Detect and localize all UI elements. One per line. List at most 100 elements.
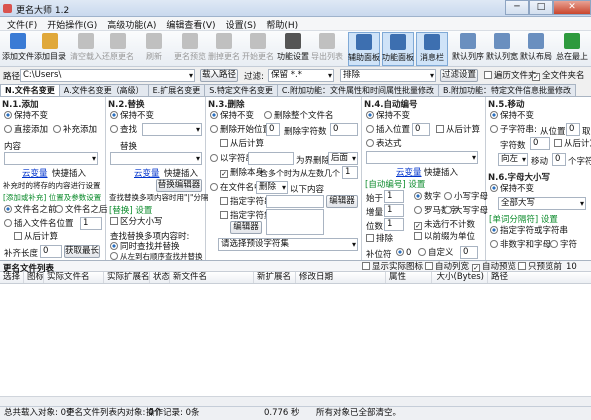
column-header[interactable]: 路径 [488,272,591,283]
charset-editor-button[interactable]: 编辑器 [230,221,262,234]
column-header[interactable]: 大小(Bytes) [432,272,488,283]
add-folder-button[interactable]: 添加目录 [34,32,66,66]
expression-radio[interactable]: 表达式 [366,139,402,149]
spec-char-radio[interactable]: 指定字符或字符串 [490,226,568,236]
after-name-radio[interactable]: 文件名之后 [55,205,108,215]
menu-start[interactable]: 开始操作(G) [42,17,102,31]
close-button[interactable]: ✕ [553,0,591,15]
tab-file-info[interactable]: B.附加功能：特定文件信息批量修改 [437,84,577,96]
refresh-button[interactable]: 刷新 [138,32,170,66]
menu-file[interactable]: 文件(F) [2,17,42,31]
specified-string-input[interactable] [266,195,324,208]
occurrence-input[interactable]: 1 [342,166,358,179]
tab-specific-filename[interactable]: S.特定文件名变更 [204,84,278,96]
content-input[interactable] [4,152,98,165]
quick-insert[interactable]: 快捷插入 [424,166,458,178]
tab-filename-change[interactable]: N.文件名变更 [0,84,60,96]
auto-preview-checkbox[interactable]: ✓ 自动预览 [472,262,516,272]
case-select[interactable]: 全部大写 [498,197,586,210]
column-header[interactable]: 新扩展名 [254,272,296,283]
file-list[interactable] [0,284,591,396]
default-layout-button[interactable]: 默认布局 [520,32,552,66]
auto-width-checkbox[interactable]: 自动列宽 [425,262,469,272]
bound-string-input[interactable] [248,152,294,165]
filter-exclude-input[interactable]: 排除 [340,69,436,82]
insert-position-radio[interactable]: 插入文件名位置 [4,219,74,229]
load-path-button[interactable]: 载入路径 [200,69,238,82]
skip-unselected-checkbox[interactable]: ✓ 未选行不计数 [414,220,475,230]
quick-insert[interactable]: 快捷插入 [52,167,86,179]
custom-fill-radio[interactable]: 自定义 [418,248,454,258]
column-header[interactable]: 状态 [150,272,170,283]
preset-charset-select[interactable]: 请选择预设字符集 [218,238,358,251]
cloud-variable-link[interactable]: 云变量 [396,166,422,178]
insert-position-input[interactable]: 1 [80,217,102,230]
keep-radio[interactable]: 保持不变 [210,111,254,121]
minimize-button[interactable]: ─ [505,0,529,15]
delete-mode-select[interactable]: 删除 [256,181,288,194]
column-header[interactable]: 属性 [386,272,432,283]
column-header[interactable]: 选择 [0,272,24,283]
column-header[interactable]: 图标 [24,272,44,283]
preview-count[interactable]: 10 [566,262,577,272]
function-panel-button[interactable]: 功能面板 [382,32,414,66]
column-header[interactable]: 实际文件名 [44,272,104,283]
tab-extension-change[interactable]: E.扩展名变更 [147,84,206,96]
move-count-input[interactable]: 0 [552,153,566,166]
keep-radio[interactable]: 保持不变 [110,111,154,121]
from-right-checkbox[interactable]: 从后计算 [554,139,591,149]
delete-count-input[interactable]: 0 [330,123,358,136]
sync-replace-radio[interactable]: 同时查找并替换 [110,242,180,252]
specified-charset-checkbox[interactable]: 指定字符集 [220,211,273,221]
aux-panel-button[interactable]: 辅助面板 [348,32,380,66]
undo-rename-button[interactable]: 还原更名 [102,32,134,66]
increment-input[interactable]: 1 [384,204,404,217]
column-header[interactable]: 实际扩展名 [104,272,150,283]
specified-string-checkbox[interactable]: 指定字符串 [220,197,273,207]
direction-select[interactable]: 向左 [498,153,528,166]
message-bar-button[interactable]: 消息栏 [416,32,448,66]
menu-edit-view[interactable]: 编辑查看(V) [161,17,220,31]
start-rename-button[interactable]: 开始更名 [242,32,274,66]
full-folder-name-checkbox[interactable]: ✓ 全文件夹名 [532,71,585,81]
pad-add-radio[interactable]: 补充添加 [53,125,97,135]
in-name-radio[interactable]: 在文件名中 [210,183,263,193]
case-sensitive-checkbox[interactable]: 区分大小写 [110,217,163,227]
zero-fill-radio[interactable]: 0 [396,248,411,258]
horizontal-scrollbar[interactable] [0,396,591,406]
from-right-checkbox[interactable]: 从后计算 [14,232,58,242]
filter-settings-button[interactable]: 过滤设置 [440,69,478,82]
keep-radio[interactable]: 保持不变 [4,111,48,121]
menu-help[interactable]: 帮助(H) [261,17,303,31]
filter-keep-input[interactable]: 保留 *.* [268,69,334,82]
column-header[interactable]: 修改日期 [296,272,386,283]
menu-advanced[interactable]: 高级功能(A) [102,17,161,31]
menu-settings[interactable]: 设置(S) [221,17,262,31]
quick-insert[interactable]: 快捷插入 [164,167,198,179]
custom-fill-input[interactable]: 0 [460,246,478,259]
replace-editor-button[interactable]: 替换编辑器 [156,179,202,192]
keep-radio[interactable]: 保持不变 [490,111,534,121]
position-select[interactable]: 后面 [328,152,358,165]
direct-add-radio[interactable]: 直接添加 [4,125,48,135]
lowercase-radio[interactable]: 小写字母 [444,192,488,202]
uppercase-radio[interactable]: 大写字母 [444,206,488,216]
delete-self-checkbox[interactable]: ✓ 删除本身 [220,168,264,178]
insert-position-radio[interactable]: 插入位置 [366,125,410,135]
from-right-checkbox[interactable]: 从后计算 [220,139,264,149]
tab-filename-advanced[interactable]: A.文件名变更（高级） [58,84,149,96]
replace-input[interactable] [110,152,202,165]
number-radio[interactable]: 数字 [414,192,441,202]
delete-position-input[interactable]: 0 [266,123,280,136]
show-icon-checkbox[interactable]: 显示实际图标 [362,262,423,272]
string-editor-button[interactable]: 编辑器 [326,195,358,208]
charset-textarea[interactable] [266,209,324,235]
column-header[interactable]: 新文件名 [170,272,254,283]
pad-length-input[interactable]: 0 [40,245,62,258]
keep-radio[interactable]: 保持不变 [366,111,410,121]
prefix-unit-checkbox[interactable]: 以前缀为单位 [414,232,475,242]
always-on-top-button[interactable]: 总在最上 [556,32,588,66]
preview-first-checkbox[interactable]: 只预览前 [518,262,562,272]
chars-input[interactable]: 0 [530,137,550,150]
substring-radio[interactable]: 子字符串: [490,125,537,135]
